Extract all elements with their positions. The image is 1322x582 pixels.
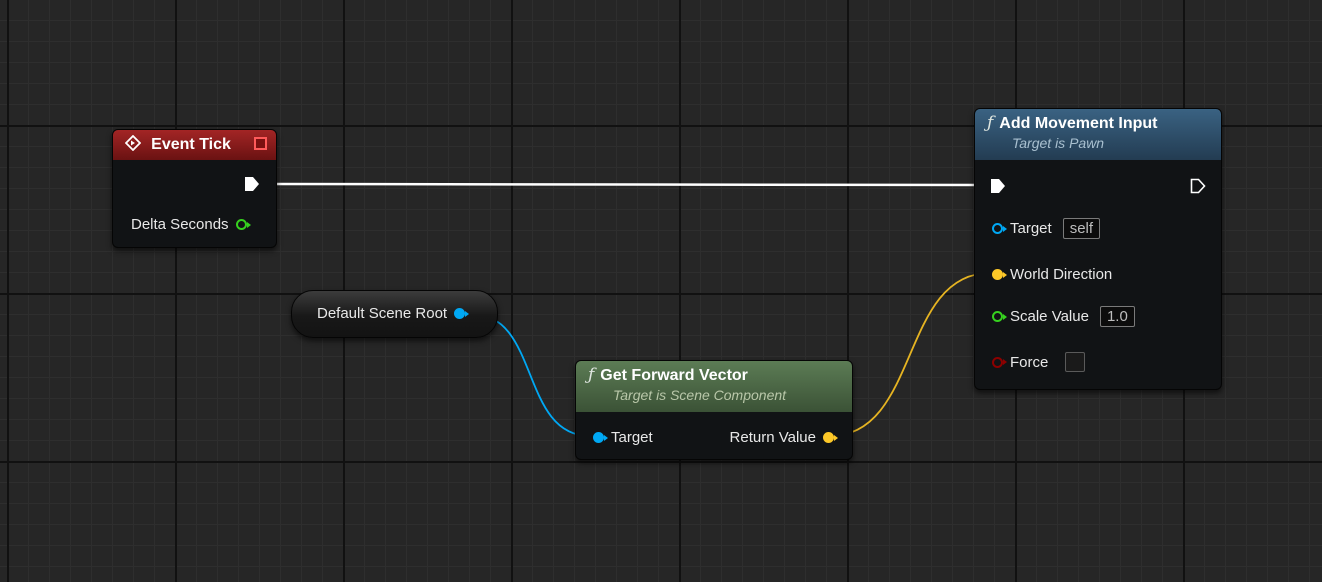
add-movement-input-header[interactable]: ƒ Add Movement Input Target is Pawn [975, 109, 1221, 160]
get-forward-vector-subtitle: Target is Scene Component [613, 387, 787, 403]
gfv-return-pin-row: Return Value [730, 429, 834, 446]
event-tick-node[interactable]: Event Tick Delta Seconds [112, 129, 277, 248]
gfv-target-pin[interactable] [593, 432, 604, 443]
ami-exec-in-pin[interactable] [990, 178, 1006, 194]
gfv-return-pin[interactable] [823, 432, 834, 443]
vector-wire[interactable] [829, 272, 991, 437]
ami-force-checkbox[interactable] [1065, 352, 1086, 372]
ami-world-direction-label: World Direction [1010, 266, 1113, 283]
add-movement-input-title: Add Movement Input [999, 115, 1158, 132]
event-diamond-icon [125, 135, 141, 151]
ami-target-value[interactable]: self [1062, 218, 1101, 239]
ami-world-direction-pin-row: World Direction [992, 266, 1112, 283]
event-tick-header[interactable]: Event Tick [113, 130, 276, 160]
ami-exec-out-pin[interactable] [1190, 178, 1206, 194]
ami-target-pin[interactable] [992, 223, 1003, 234]
gfv-return-label: Return Value [729, 429, 816, 446]
default-scene-root-pin-row: Default Scene Root [317, 305, 466, 322]
ami-scale-value-label: Scale Value [1010, 308, 1089, 325]
event-tick-exec-out-pin[interactable] [244, 176, 260, 192]
default-scene-root-out-pin[interactable] [454, 308, 466, 319]
get-forward-vector-title: Get Forward Vector [600, 367, 748, 384]
ami-force-pin[interactable] [992, 356, 1003, 368]
ami-force-pin-row: Force [992, 352, 1086, 372]
function-f-icon: ƒ [588, 365, 595, 385]
delta-seconds-pin-row: Delta Seconds [131, 216, 247, 233]
delta-seconds-label: Delta Seconds [131, 216, 229, 233]
delta-seconds-pin[interactable] [235, 219, 247, 230]
ami-force-label: Force [1010, 353, 1049, 371]
default-scene-root-label: Default Scene Root [317, 305, 448, 322]
ami-scale-value-pin-row: Scale Value 1.0 [992, 306, 1135, 327]
gfv-target-pin-row: Target [593, 429, 653, 446]
ami-target-pin-row: Target self [992, 218, 1101, 239]
event-tick-title: Event Tick [151, 136, 231, 153]
ami-target-label: Target [1010, 220, 1052, 237]
default-scene-root-node[interactable]: Default Scene Root [291, 290, 498, 338]
exec-wire[interactable] [265, 182, 986, 187]
get-forward-vector-header[interactable]: ƒ Get Forward Vector Target is Scene Comp… [576, 361, 852, 412]
add-movement-input-node[interactable]: ƒ Add Movement Input Target is Pawn Targe… [974, 108, 1222, 390]
get-forward-vector-node[interactable]: ƒ Get Forward Vector Target is Scene Comp… [575, 360, 853, 460]
function-f-icon: ƒ [987, 113, 994, 133]
add-movement-input-subtitle: Target is Pawn [1012, 135, 1105, 151]
ami-scale-value-input[interactable]: 1.0 [1099, 306, 1135, 327]
ami-scale-value-pin[interactable] [992, 311, 1003, 322]
ami-world-direction-pin[interactable] [992, 269, 1003, 280]
event-tick-close-icon[interactable] [254, 137, 267, 150]
gfv-target-label: Target [611, 429, 653, 446]
